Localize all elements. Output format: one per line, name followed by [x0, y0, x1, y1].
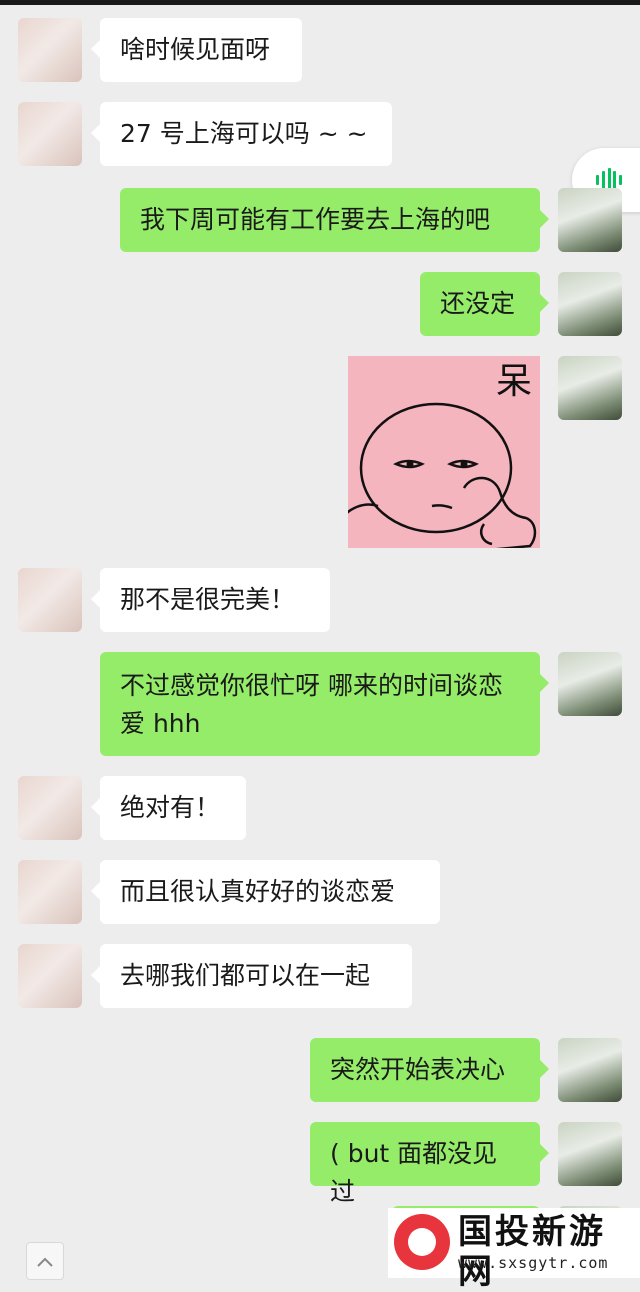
- contact-avatar[interactable]: [18, 18, 82, 82]
- contact-avatar[interactable]: [18, 102, 82, 166]
- scroll-up-button[interactable]: [26, 1242, 64, 1280]
- message-bubble-received[interactable]: 去哪我们都可以在一起: [91, 944, 412, 1008]
- site-watermark: 国投新游网 www.sxsgytr.com: [388, 1208, 640, 1292]
- message-bubble-sent[interactable]: ( but 面都没见过: [310, 1122, 549, 1206]
- message-bubble-received[interactable]: 27 号上海可以吗 ~ ~: [91, 102, 392, 166]
- chevron-up-icon: [37, 1257, 53, 1267]
- message-bubble-sent[interactable]: 突然开始表决心: [310, 1038, 549, 1102]
- sticker-caption: 呆: [495, 361, 532, 402]
- contact-avatar[interactable]: [18, 944, 82, 1008]
- message-bubble-received[interactable]: 那不是很完美！: [91, 568, 330, 632]
- my-avatar[interactable]: [558, 188, 622, 252]
- status-bar-edge: [0, 0, 640, 5]
- my-avatar[interactable]: [558, 1122, 622, 1186]
- watermark-title: 国投新游网: [458, 1212, 606, 1292]
- message-bubble-sent[interactable]: 还没定: [420, 272, 549, 336]
- message-bubble-received[interactable]: 而且很认真好好的谈恋爱: [91, 860, 440, 924]
- my-avatar[interactable]: [558, 356, 622, 420]
- message-bubble-received[interactable]: 啥时候见面呀: [91, 18, 302, 82]
- watermark-logo-icon: [394, 1214, 450, 1270]
- contact-avatar[interactable]: [18, 776, 82, 840]
- contact-avatar[interactable]: [18, 568, 82, 632]
- message-bubble-sent[interactable]: 不过感觉你很忙呀 哪来的时间谈恋爱 hhh: [100, 652, 549, 756]
- my-avatar[interactable]: [558, 272, 622, 336]
- message-bubble-received[interactable]: 绝对有！: [91, 776, 246, 840]
- sticker-image[interactable]: 呆: [348, 356, 540, 548]
- contact-avatar[interactable]: [18, 860, 82, 924]
- my-avatar[interactable]: [558, 652, 622, 716]
- my-avatar[interactable]: [558, 1038, 622, 1102]
- message-bubble-sent[interactable]: 我下周可能有工作要去上海的吧: [120, 188, 549, 252]
- watermark-domain: www.sxsgytr.com: [458, 1254, 609, 1272]
